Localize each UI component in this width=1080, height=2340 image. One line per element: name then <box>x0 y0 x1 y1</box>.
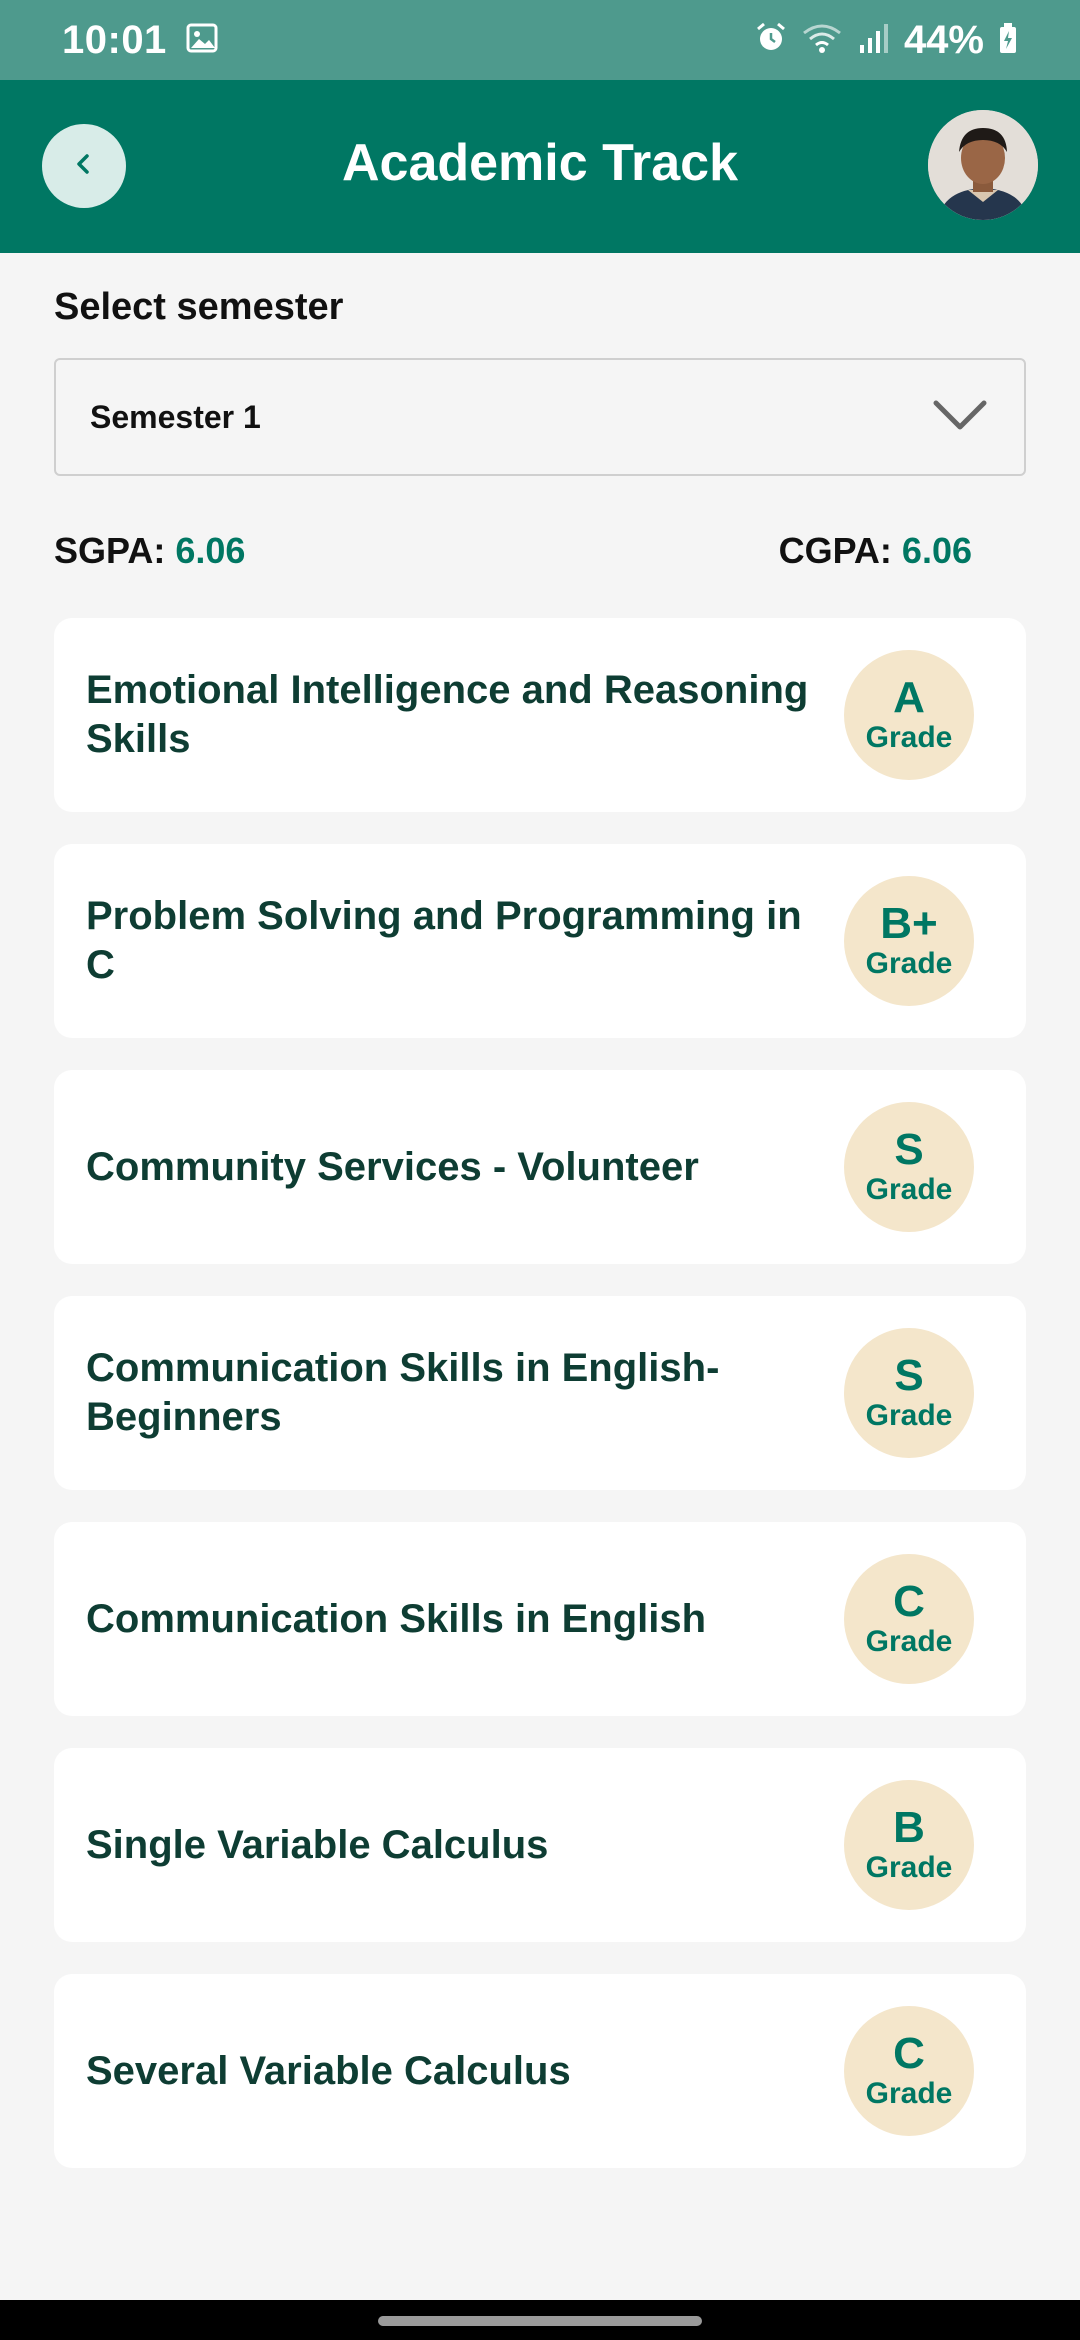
home-gesture-handle[interactable] <box>378 2316 702 2326</box>
grade-badge: S Grade <box>844 1328 974 1458</box>
page-title: Academic Track <box>341 134 739 192</box>
battery-percent: 44% <box>903 17 984 62</box>
course-card[interactable]: Several Variable Calculus C Grade <box>54 1974 1026 2168</box>
battery-charging-icon <box>998 21 1018 60</box>
grade-badge: B Grade <box>844 1780 974 1910</box>
cgpa: CGPA: 6.06 <box>779 530 972 572</box>
grade-badge: A Grade <box>844 650 974 780</box>
grade-label: Grade <box>865 1399 953 1432</box>
status-time: 10:01 <box>62 17 167 62</box>
course-name: Single Variable Calculus <box>86 1822 549 1867</box>
gallery-icon <box>185 21 219 60</box>
app-bar: Academic Track <box>0 80 1080 253</box>
course-list: Emotional Intelligence and Reasoning Ski… <box>54 618 1026 2200</box>
grade-letter: B <box>893 1803 925 1852</box>
sgpa-label: SGPA: <box>54 530 166 571</box>
avatar-image <box>928 110 1038 220</box>
course-card[interactable]: Community Services - Volunteer S Grade <box>54 1070 1026 1264</box>
course-name: Several Variable Calculus <box>86 2048 571 2093</box>
course-name: Communication Skills in English <box>86 1596 707 1641</box>
grade-badge: C Grade <box>844 1554 974 1684</box>
course-card[interactable]: Emotional Intelligence and Reasoning Ski… <box>54 618 1026 812</box>
select-semester-label: Select semester <box>54 286 344 328</box>
grade-letter: A <box>893 673 925 722</box>
signal-icon <box>856 21 890 60</box>
grade-label: Grade <box>865 947 953 980</box>
grade-label: Grade <box>865 1173 953 1206</box>
grade-badge: B+ Grade <box>844 876 974 1006</box>
cgpa-label: CGPA: <box>778 530 892 571</box>
system-nav-bar <box>0 2300 1080 2340</box>
grade-label: Grade <box>865 1851 953 1884</box>
course-name: Community Services - Volunteer <box>86 1144 699 1189</box>
course-name: Emotional Intelligence and Reasoning Ski… <box>86 668 809 761</box>
course-name: Problem Solving and Programming in C <box>86 894 802 987</box>
course-card[interactable]: Single Variable Calculus B Grade <box>54 1748 1026 1942</box>
sgpa: SGPA: 6.06 <box>54 530 245 572</box>
grade-letter: C <box>893 1577 925 1626</box>
grade-letter: S <box>894 1125 924 1174</box>
course-card[interactable]: Communication Skills in English C Grade <box>54 1522 1026 1716</box>
grade-letter: C <box>893 2029 925 2078</box>
chevron-down-icon <box>932 398 988 437</box>
semester-selected-value: Semester 1 <box>90 398 261 435</box>
course-name: Communication Skills in English-Beginner… <box>86 1346 720 1439</box>
sgpa-value: 6.06 <box>175 530 246 571</box>
alarm-icon <box>754 21 788 60</box>
grade-label: Grade <box>865 721 953 754</box>
grade-label: Grade <box>865 2077 953 2110</box>
semester-dropdown[interactable]: Semester 1 <box>54 358 1026 476</box>
grade-label: Grade <box>865 1625 953 1658</box>
avatar[interactable] <box>928 110 1038 220</box>
status-bar: 10:01 44% <box>0 0 1080 80</box>
course-card[interactable]: Problem Solving and Programming in C B+ … <box>54 844 1026 1038</box>
course-card[interactable]: Communication Skills in English-Beginner… <box>54 1296 1026 1490</box>
grade-badge: S Grade <box>844 1102 974 1232</box>
wifi-icon <box>802 21 842 60</box>
grade-badge: C Grade <box>844 2006 974 2136</box>
gpa-summary: SGPA: 6.06 CGPA: 6.06 <box>54 530 972 572</box>
grade-letter: S <box>894 1351 924 1400</box>
status-left: 10:01 <box>62 18 219 63</box>
grade-letter: B+ <box>880 899 938 948</box>
status-right: 44% <box>754 18 1018 63</box>
cgpa-value: 6.06 <box>901 530 972 571</box>
